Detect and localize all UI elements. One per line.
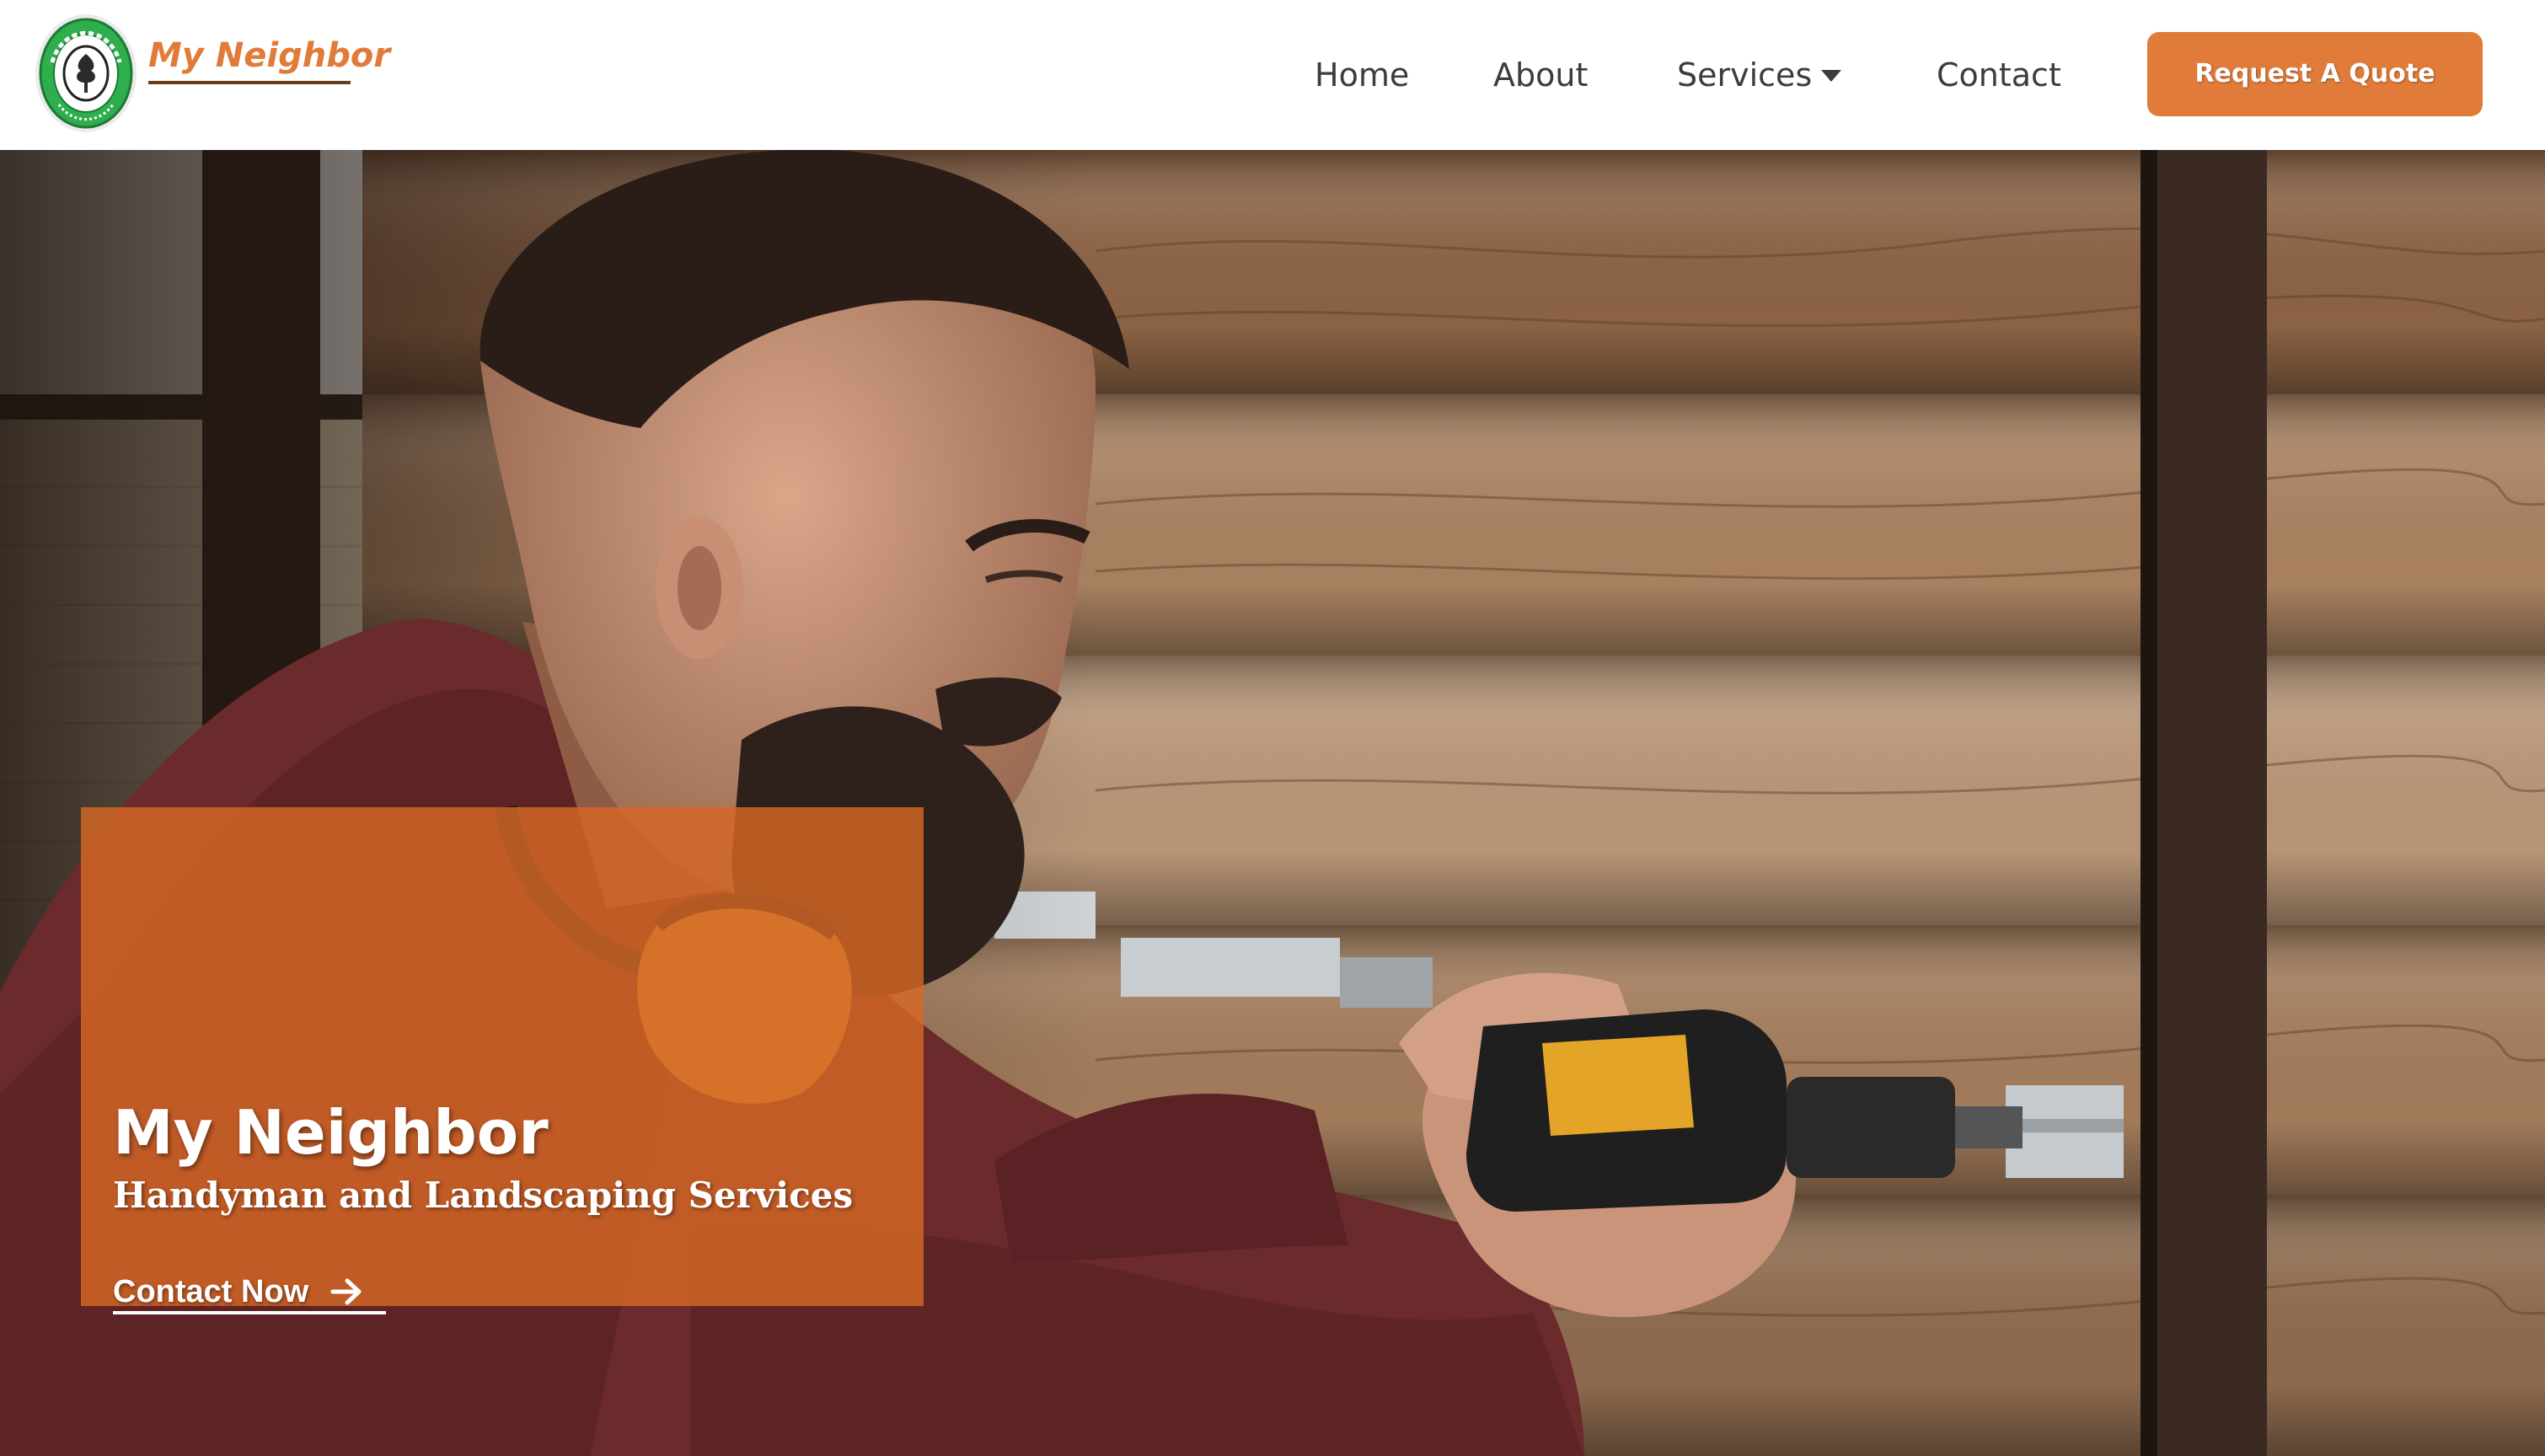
hero-section bbox=[0, 150, 2545, 1456]
hero-title: My Neighbor bbox=[113, 1097, 549, 1168]
contact-now-underline bbox=[113, 1311, 386, 1314]
hero-subtitle: Handyman and Landscaping Services bbox=[113, 1175, 854, 1216]
page: My Neighbor Home About Services Contact … bbox=[0, 0, 2545, 1456]
nav-about[interactable]: About bbox=[1493, 56, 1588, 94]
logo-badge-icon[interactable] bbox=[34, 12, 138, 135]
request-quote-button[interactable]: Request A Quote bbox=[2147, 32, 2483, 116]
nav-home[interactable]: Home bbox=[1315, 56, 1409, 94]
arrow-right-icon[interactable] bbox=[330, 1277, 364, 1306]
logo-underline bbox=[148, 81, 351, 84]
contact-now-link[interactable]: Contact Now bbox=[113, 1272, 308, 1311]
site-header: My Neighbor Home About Services Contact … bbox=[0, 0, 2545, 150]
nav-services[interactable]: Services bbox=[1677, 56, 1812, 94]
hero-overlay-card bbox=[81, 807, 924, 1306]
logo-wordmark[interactable]: My Neighbor bbox=[148, 39, 390, 72]
caret-down-icon[interactable] bbox=[1820, 69, 1842, 83]
nav-contact[interactable]: Contact bbox=[1937, 56, 2061, 94]
